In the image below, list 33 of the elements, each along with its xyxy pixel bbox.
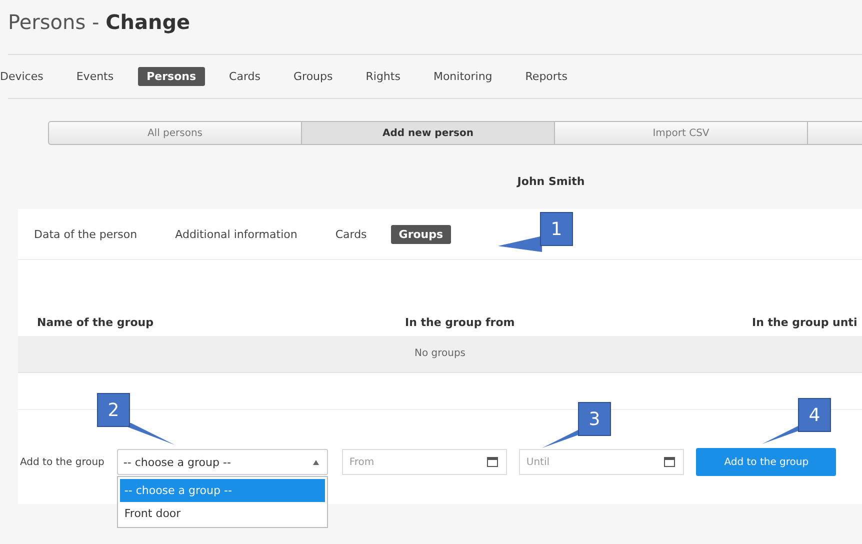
nav-tab[interactable]: Rights	[356, 67, 410, 86]
nav-tab[interactable]: Monitoring	[424, 67, 502, 86]
callout-number: 2	[97, 393, 130, 427]
dropdown-option[interactable]: Front door	[120, 502, 326, 525]
nav-tab[interactable]: Reports	[516, 67, 576, 86]
callout-number: 1	[540, 212, 573, 246]
caret-icon	[313, 460, 320, 464]
column-header: In the group from	[405, 316, 516, 328]
calendar-icon	[664, 457, 676, 467]
person-name: John Smith	[516, 175, 586, 190]
nav-tab[interactable]: Devices	[0, 67, 52, 86]
person-tab[interactable]: Groups	[390, 224, 452, 244]
nav-tab[interactable]: Persons	[138, 67, 206, 86]
calendar-icon	[487, 457, 498, 467]
nav-tab[interactable]: Groups	[284, 67, 342, 86]
page-title: Persons - Change	[8, 9, 192, 36]
person-tab[interactable]: Cards	[327, 224, 375, 244]
callout-number: 4	[798, 398, 831, 432]
column-header: Name of the group	[36, 316, 154, 328]
nav-tab[interactable]: Cards	[220, 67, 270, 86]
callout-number: 3	[578, 402, 611, 436]
field-label: Add to the group	[20, 456, 104, 468]
nav-tab[interactable]: Events	[67, 67, 123, 86]
segment-tab[interactable]: Import CSV	[555, 122, 808, 144]
group-select[interactable]: -- choose a group --	[117, 449, 328, 475]
segment-tab[interactable]: Add new person	[302, 122, 555, 144]
person-tab[interactable]: Additional information	[167, 224, 306, 244]
person-tab[interactable]: Data of the person	[26, 224, 146, 244]
column-header: In the group unti	[752, 316, 858, 328]
callout-pointer	[498, 236, 542, 252]
date-field[interactable]: From	[342, 449, 508, 475]
empty-row: No groups	[18, 336, 862, 373]
date-field[interactable]: Until	[519, 449, 684, 475]
